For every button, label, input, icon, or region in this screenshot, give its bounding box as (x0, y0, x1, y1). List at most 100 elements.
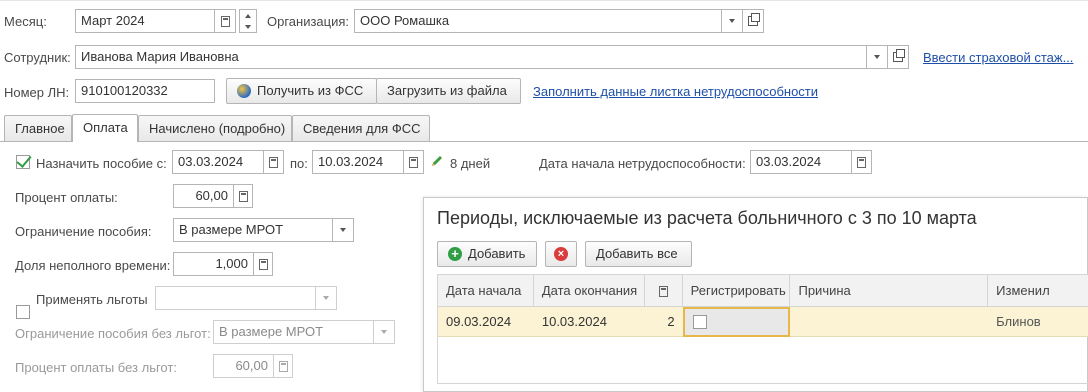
calendar-icon (857, 156, 866, 168)
incapacity-start-input[interactable]: 03.03.2024 (750, 150, 852, 174)
tab-accrued-detailed[interactable]: Начислено (подробно) (138, 115, 292, 141)
calendar-icon (409, 156, 418, 168)
employee-open-button[interactable] (887, 45, 909, 69)
assign-from-calendar-button[interactable] (263, 150, 284, 174)
month-calendar-button[interactable] (214, 9, 236, 33)
ln-number-label: Номер ЛН: (4, 85, 70, 100)
payment-percent-calculator-button[interactable] (233, 184, 253, 208)
limit-without-benefits-dropdown-button[interactable] (373, 320, 395, 344)
chevron-down-icon (381, 330, 387, 334)
assign-from-date-input[interactable]: 03.03.2024 (172, 150, 264, 174)
chevron-down-icon (729, 19, 735, 23)
cell-register[interactable] (682, 307, 791, 337)
tab-fss-info[interactable]: Сведения для ФСС (292, 115, 430, 141)
open-icon (893, 49, 905, 62)
month-input[interactable]: Март 2024 (75, 9, 215, 33)
payment-percent-input[interactable]: 60,00 (173, 184, 234, 208)
month-spinner[interactable] (239, 9, 257, 33)
limit-without-benefits-label: Ограничение пособия без льгот: (15, 326, 211, 341)
assign-to-calendar-button[interactable] (403, 150, 424, 174)
fill-sick-leave-link[interactable]: Заполнить данные листка нетрудоспособнос… (533, 84, 818, 99)
benefit-limit-select[interactable]: В размере МРОТ (173, 218, 333, 242)
organization-label: Организация: (267, 14, 350, 29)
excluded-periods-table: Дата начала Дата окончания Регистрироват… (437, 274, 1088, 384)
cell-days[interactable]: 2 (645, 307, 683, 337)
percent-without-benefits-label: Процент оплаты без льгот: (15, 360, 177, 375)
column-header-end-date[interactable]: Дата окончания (534, 275, 645, 307)
incapacity-start-calendar-button[interactable] (851, 150, 872, 174)
apply-benefits-dropdown-button[interactable] (315, 286, 337, 310)
pencil-icon[interactable] (430, 154, 444, 168)
add-period-label: Добавить (468, 246, 526, 261)
tabs-divider (0, 141, 1088, 142)
arrow-up-icon (245, 13, 251, 18)
assign-benefit-checkbox[interactable] (16, 155, 30, 169)
load-from-file-button[interactable]: Загрузить из файла (376, 78, 521, 104)
limit-without-benefits-select[interactable]: В размере МРОТ (213, 320, 374, 344)
employee-dropdown-button[interactable] (866, 45, 888, 69)
part-time-share-calculator-button[interactable] (253, 252, 273, 276)
part-time-share-input[interactable]: 1,000 (173, 252, 254, 276)
calendar-icon (269, 156, 278, 168)
payment-percent-label: Процент оплаты: (15, 190, 118, 205)
employee-input[interactable]: Иванова Мария Ивановна (75, 45, 867, 69)
ln-number-input[interactable]: 910100120332 (75, 79, 215, 103)
calculator-icon (258, 258, 268, 270)
plus-icon: + (448, 247, 462, 261)
column-header-reason[interactable]: Причина (790, 275, 989, 307)
benefit-limit-dropdown-button[interactable] (332, 218, 354, 242)
add-period-button[interactable]: + Добавить (437, 241, 537, 267)
calendar-icon (658, 285, 668, 297)
load-from-file-label: Загрузить из файла (387, 83, 507, 98)
top-toolbar-edge (0, 0, 1088, 1)
column-header-register[interactable]: Регистрировать (683, 275, 791, 307)
excluded-periods-title: Периоды, исключаемые из расчета больничн… (437, 208, 977, 228)
month-label: Месяц: (4, 14, 47, 29)
organization-input[interactable]: ООО Ромашка (354, 9, 722, 33)
assign-benefit-label: Назначить пособие с: (36, 156, 167, 171)
excluded-periods-panel: Периоды, исключаемые из расчета больничн… (423, 197, 1088, 392)
days-count-text: 8 дней (450, 156, 491, 171)
benefit-limit-label: Ограничение пособия: (15, 224, 152, 239)
delete-icon: × (554, 247, 568, 261)
percent-without-benefits-calculator-button[interactable] (273, 354, 293, 378)
tab-main[interactable]: Главное (4, 115, 72, 141)
column-header-start-date[interactable]: Дата начала (438, 275, 534, 307)
table-header: Дата начала Дата окончания Регистрироват… (438, 275, 1088, 307)
chevron-down-icon (323, 296, 329, 300)
to-label: по: (290, 156, 308, 171)
employee-label: Сотрудник: (4, 50, 71, 65)
delete-period-button[interactable]: × (545, 241, 577, 267)
cell-changed-by[interactable]: Блинов (988, 307, 1088, 337)
open-icon (748, 13, 760, 26)
column-header-days[interactable] (645, 275, 683, 307)
tab-payment[interactable]: Оплата (72, 114, 138, 142)
cell-end-date[interactable]: 10.03.2024 (534, 307, 645, 337)
assign-to-date-input[interactable]: 10.03.2024 (312, 150, 404, 174)
apply-benefits-label: Применять льготы (36, 292, 148, 307)
add-all-periods-button[interactable]: Добавить все (585, 241, 692, 267)
calculator-icon (238, 190, 248, 202)
arrow-down-icon (245, 24, 251, 29)
apply-benefits-checkbox[interactable] (16, 305, 30, 319)
get-from-fss-button[interactable]: Получить из ФСС (226, 78, 377, 104)
incapacity-start-label: Дата начала нетрудоспособности: (539, 156, 746, 171)
chevron-down-icon (340, 228, 346, 232)
register-checkbox[interactable] (692, 315, 707, 329)
calendar-icon (220, 15, 230, 27)
table-row[interactable]: 09.03.2024 10.03.2024 2 Блинов (438, 307, 1088, 337)
organization-dropdown-button[interactable] (721, 9, 743, 33)
percent-without-benefits-input[interactable]: 60,00 (213, 354, 274, 378)
insurance-experience-link[interactable]: Ввести страховой стаж... (923, 50, 1073, 65)
add-all-periods-label: Добавить все (596, 246, 678, 261)
cell-reason[interactable] (790, 307, 988, 337)
fss-logo-icon (237, 84, 251, 98)
organization-open-button[interactable] (742, 9, 764, 33)
apply-benefits-select[interactable] (155, 286, 316, 310)
part-time-share-label: Доля неполного времени: (15, 258, 171, 273)
chevron-down-icon (874, 55, 880, 59)
calculator-icon (278, 360, 288, 372)
get-from-fss-label: Получить из ФСС (257, 83, 364, 98)
column-header-changed-by[interactable]: Изменил (988, 275, 1088, 307)
cell-start-date[interactable]: 09.03.2024 (438, 307, 534, 337)
